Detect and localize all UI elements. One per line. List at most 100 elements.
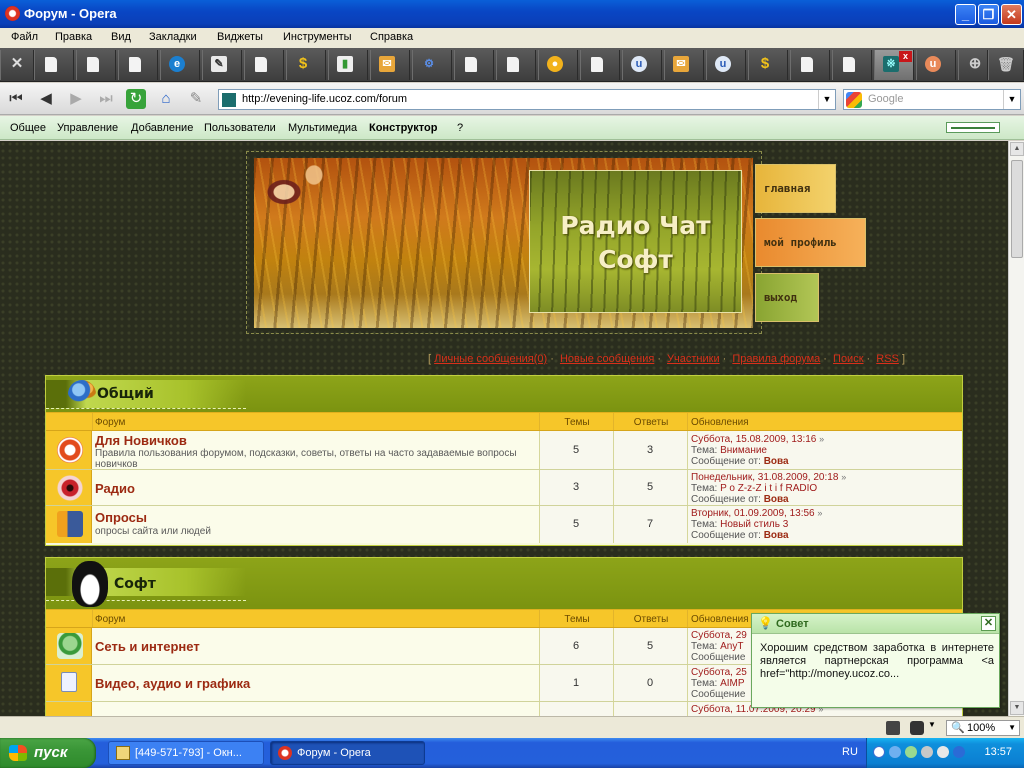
forum-title[interactable]: Видео, аудио и графика xyxy=(95,676,250,691)
update-date[interactable]: Понедельник, 31.08.2009, 20:18 xyxy=(691,472,838,483)
scroll-up-icon[interactable]: ▲ xyxy=(1010,142,1024,156)
menu-widgets[interactable]: Виджеты xyxy=(217,31,263,43)
search-field[interactable]: Google ▼ xyxy=(843,89,1021,110)
update-topic[interactable]: Внимание xyxy=(720,445,767,456)
forum-title[interactable]: Опросы xyxy=(95,510,147,525)
nav-profile[interactable]: мой профиль xyxy=(755,218,866,267)
update-date[interactable]: Суббота, 29 xyxy=(691,630,747,641)
reload-icon[interactable]: ↻ xyxy=(126,89,146,109)
forum-title[interactable]: Сеть и интернет xyxy=(95,639,200,654)
camera-icon[interactable] xyxy=(910,721,924,735)
tray-icon[interactable] xyxy=(953,746,965,758)
back-arrow-icon[interactable]: ◀ xyxy=(36,89,56,109)
close-tab-icon[interactable]: x xyxy=(899,51,912,62)
close-icon[interactable]: ✕ xyxy=(981,616,996,631)
browser-tab[interactable] xyxy=(496,50,536,80)
address-field[interactable]: http://evening-life.ucoz.com/forum ▼ xyxy=(218,89,836,110)
scroll-down-icon[interactable]: ▼ xyxy=(1010,701,1024,715)
browser-tab[interactable]: ✉ xyxy=(370,50,410,80)
update-topic[interactable]: Новый стиль 3 xyxy=(720,519,788,530)
browser-tab[interactable] xyxy=(832,50,872,80)
link-new-messages[interactable]: Новые сообщения xyxy=(560,353,654,365)
taskbar-item[interactable]: [449-571-793] - Окн... xyxy=(108,741,264,765)
browser-tab[interactable]: ● xyxy=(538,50,578,80)
network-icon[interactable] xyxy=(889,746,901,758)
menu-help[interactable]: Справка xyxy=(370,31,413,43)
browser-tab-active[interactable]: ※ x xyxy=(874,50,914,80)
volume-icon[interactable] xyxy=(937,746,949,758)
forum-title[interactable]: Радио xyxy=(95,481,135,496)
taskbar-item-active[interactable]: Форум - Opera xyxy=(270,741,425,765)
forum-row[interactable]: Для Новичков Правила пользования форумом… xyxy=(46,431,962,470)
browser-tab[interactable] xyxy=(454,50,494,80)
link-search[interactable]: Поиск xyxy=(833,353,863,365)
browser-tab[interactable]: u xyxy=(916,50,956,80)
browser-tab[interactable]: ▮ xyxy=(328,50,368,80)
update-author[interactable]: Вова xyxy=(764,494,789,505)
browser-tab[interactable]: $ xyxy=(748,50,788,80)
forum-row[interactable]: Опросы опросы сайта или людей 5 7 Вторни… xyxy=(46,506,962,543)
language-indicator[interactable]: RU xyxy=(842,746,858,758)
forward-arrow-icon[interactable]: ▶ xyxy=(66,89,86,109)
browser-tab[interactable]: u xyxy=(622,50,662,80)
panel-toggle-tab[interactable]: ✕ xyxy=(0,50,34,80)
browser-tab[interactable]: ⚙ xyxy=(412,50,452,80)
update-date[interactable]: Суббота, 25 xyxy=(691,667,747,678)
menu-edit[interactable]: Правка xyxy=(55,31,92,43)
browser-tab[interactable]: ✎ xyxy=(202,50,242,80)
browser-tab[interactable] xyxy=(244,50,284,80)
close-button[interactable]: ✕ xyxy=(1001,4,1022,25)
browser-tab[interactable] xyxy=(76,50,116,80)
panel-icon[interactable] xyxy=(886,721,900,735)
browser-tab[interactable] xyxy=(34,50,74,80)
tray-icon[interactable] xyxy=(905,746,917,758)
browser-tab[interactable] xyxy=(790,50,830,80)
browser-tab[interactable]: e xyxy=(160,50,200,80)
link-private-messages[interactable]: Личные сообщения(0) xyxy=(434,353,547,365)
update-topic[interactable]: AnyT xyxy=(720,641,743,652)
update-author[interactable]: Вова xyxy=(764,530,789,541)
menu-bookmarks[interactable]: Закладки xyxy=(149,31,197,43)
update-topic[interactable]: P o Z-z-Z i t i f RADIO xyxy=(720,483,817,494)
edit-icon[interactable]: ✎ xyxy=(186,89,206,109)
admin-menu-add[interactable]: Добавление xyxy=(131,122,193,134)
home-icon[interactable]: ⌂ xyxy=(156,89,176,109)
browser-tab[interactable]: u xyxy=(706,50,746,80)
browser-tab[interactable]: ✉ xyxy=(664,50,704,80)
nav-home[interactable]: главная xyxy=(755,164,836,213)
browser-tab[interactable] xyxy=(118,50,158,80)
start-button[interactable]: пуск xyxy=(0,738,96,768)
update-topic[interactable]: AIMP xyxy=(720,678,744,689)
nav-logout[interactable]: выход xyxy=(755,273,819,322)
update-author[interactable]: Вова xyxy=(764,456,789,467)
forum-row[interactable]: Радио 3 5 Понедельник, 31.08.2009, 20:18… xyxy=(46,470,962,506)
menu-file[interactable]: Файл xyxy=(11,31,38,43)
update-date[interactable]: Вторник, 01.09.2009, 13:56 xyxy=(691,508,815,519)
chevron-left-icon[interactable] xyxy=(873,746,885,758)
chevron-down-icon[interactable]: ▼ xyxy=(1003,90,1020,109)
zoom-control[interactable]: 🔍 100% ▼ xyxy=(946,720,1020,736)
menu-tools[interactable]: Инструменты xyxy=(283,31,352,43)
minimize-button[interactable]: _ xyxy=(955,4,976,25)
chevron-down-icon[interactable]: ▼ xyxy=(928,720,936,729)
admin-menu-users[interactable]: Пользователи xyxy=(204,122,276,134)
link-rss[interactable]: RSS xyxy=(876,353,899,365)
browser-tab[interactable]: $ xyxy=(286,50,326,80)
admin-menu-management[interactable]: Управление xyxy=(57,122,118,134)
tray-icon[interactable] xyxy=(921,746,933,758)
link-members[interactable]: Участники xyxy=(667,353,720,365)
browser-tab[interactable] xyxy=(580,50,620,80)
scroll-thumb[interactable] xyxy=(1011,160,1023,258)
forum-title[interactable]: Для Новичков xyxy=(95,433,187,448)
vertical-scrollbar[interactable]: ▲ ▼ xyxy=(1008,141,1024,716)
trash-button[interactable]: 🗑 xyxy=(988,50,1024,80)
link-rules[interactable]: Правила форума xyxy=(732,353,820,365)
new-tab-button[interactable]: ⊕ xyxy=(958,50,988,80)
chevron-down-icon[interactable]: ▼ xyxy=(818,90,835,109)
rewind-icon[interactable]: ⏮ xyxy=(6,89,26,109)
admin-menu-help[interactable]: ? xyxy=(457,122,463,134)
admin-menu-constructor[interactable]: Конструктор xyxy=(369,122,437,134)
menu-view[interactable]: Вид xyxy=(111,31,131,43)
admin-slider[interactable] xyxy=(946,122,1000,133)
admin-menu-multimedia[interactable]: Мультимедиа xyxy=(288,122,357,134)
